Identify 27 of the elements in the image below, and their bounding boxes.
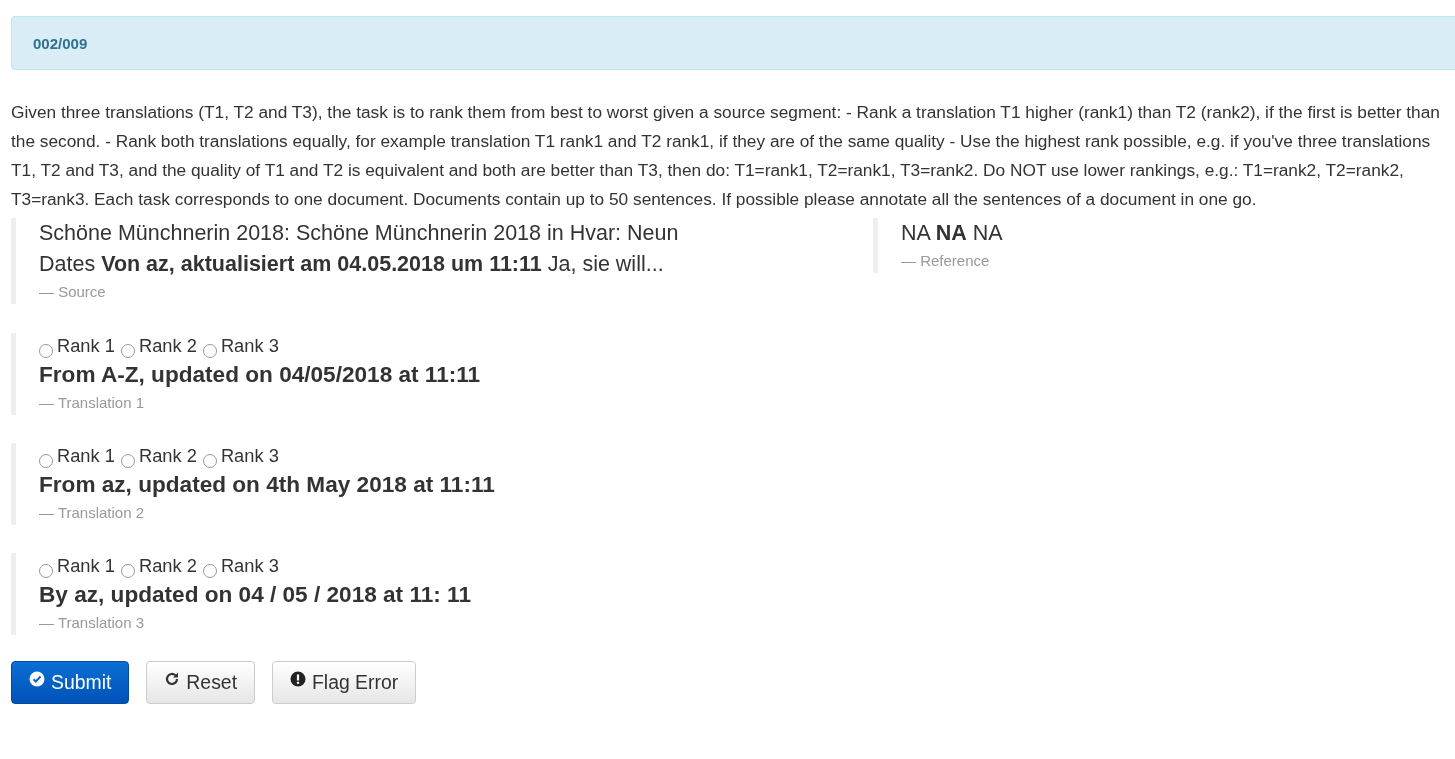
rank-option[interactable]: Rank 1 [39,333,115,359]
reference-caption: — Reference [901,251,991,271]
rank-option[interactable]: Rank 3 [202,333,279,359]
source-caption: — Source [39,282,107,302]
check-circle-icon [29,670,45,687]
submit-button[interactable]: Submit [11,661,130,704]
translation-text: From A-Z, updated on 04/05/2018 at 11:11 [39,361,482,389]
translation-caption: — Translation 1 [39,393,146,413]
translation-text: From az, updated on 4th May 2018 at 11:11 [39,471,496,499]
rank-option[interactable]: Rank 2 [120,333,197,359]
flag-error-button[interactable]: Flag Error [272,661,417,704]
refresh-icon [164,670,181,687]
source-text: Schöne Münchnerin 2018: Schöne Münchnerin 2018 in Hvar: Neun Dates Von az, aktualisiert am 04.05.2018 um 11:11 Ja, sie will... [39,220,680,278]
page-counter: 002/009 [33,34,88,52]
reset-button[interactable]: Reset [146,661,255,704]
reference-text: NA NA NA [901,220,1004,247]
rank-option[interactable]: Rank 1 [39,443,115,469]
exclamation-circle-icon [290,670,306,687]
instructions-text: Given three translations (T1, T2 and T3), the task is to rank them from best to worst given a source segment: - Rank a translation T1 higher (rank1) than T2 (rank2), if the first is better than the second. - Rank both translations equally, for example translation T1 rank1 and T2 rank1, if they are of the same quality - Use the highest rank possible, e.g. if you've three translations T1, T2 and T3, and the quality of T1 and T2 is equivalent and both are better than T3, then do: T1=rank1, T2=rank1, T3=rank2. Do NOT use lower rankings, e.g.: T1=rank2, T2=rank2, T3=rank3. Each task corresponds to one document. Documents contain up to 50 sentences. If possible please annotate all the sentences of a document in one go. [11,101,1441,211]
rank-option[interactable]: Rank 2 [120,553,197,579]
translation-caption: — Translation 3 [39,613,146,633]
rank-option[interactable]: Rank 3 [202,443,279,469]
translation-text: By az, updated on 04 / 05 / 2018 at 11: 11 [39,581,472,609]
rank-option[interactable]: Rank 1 [39,553,115,579]
rank-option[interactable]: Rank 2 [120,443,197,469]
translation-caption: — Translation 2 [39,503,146,523]
rank-option[interactable]: Rank 3 [202,553,279,579]
